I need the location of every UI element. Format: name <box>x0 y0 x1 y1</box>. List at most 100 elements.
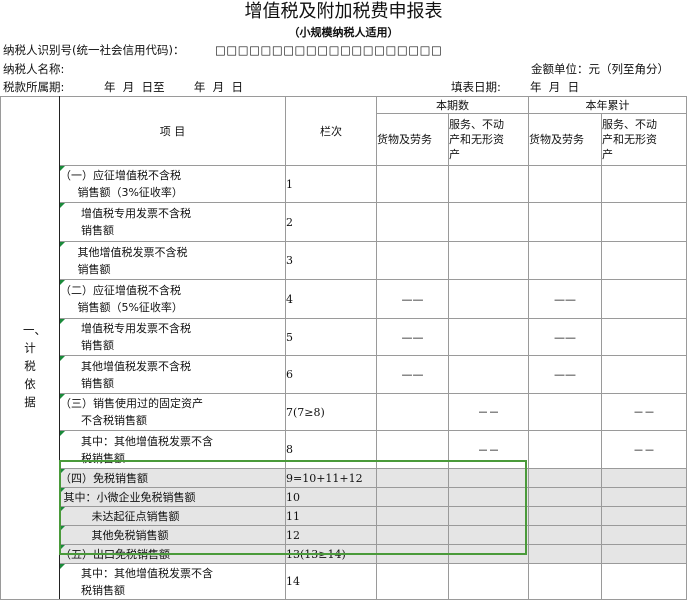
cell-ytd-goods[interactable] <box>528 506 602 526</box>
cell-current-goods[interactable] <box>376 430 449 469</box>
cell-ytd-services[interactable] <box>601 241 687 280</box>
taxpayer-id-boxes[interactable]: □□□□□□□□□□□□□□□□□□□□ <box>215 44 442 57</box>
cell-ytd-services[interactable] <box>601 355 687 394</box>
cell-current-services[interactable] <box>448 468 529 488</box>
table-row: 其中：其他增值税发票不含 税销售额 14 <box>1 563 687 600</box>
cell-ytd-goods[interactable] <box>528 430 602 469</box>
period-label: 税款所属期: <box>3 80 65 94</box>
cell-comment-marker-icon <box>60 507 65 512</box>
cell-comment-marker-icon <box>60 280 65 285</box>
cell-ytd-goods: —— <box>528 279 602 319</box>
cell-ytd-services[interactable] <box>601 468 687 488</box>
cell-current-services[interactable] <box>448 355 529 394</box>
cell-ytd-services: －－ <box>601 393 687 431</box>
cell-ytd-goods[interactable] <box>528 468 602 488</box>
cell-ytd-services[interactable] <box>601 506 687 526</box>
cell-ytd-goods: —— <box>528 318 602 356</box>
cell-current-goods[interactable] <box>376 525 449 545</box>
cell-current-services[interactable] <box>448 241 529 280</box>
row-item-cell: 其他免税销售额 <box>59 525 286 545</box>
row-item-label: 其中：其他增值税发票不含 税销售额 <box>80 566 213 597</box>
header-item: 项 目 <box>59 96 286 166</box>
fill-date-value[interactable]: 年 月 日 <box>530 81 579 94</box>
tax-form-sheet: 增值税及附加税费申报表 （小规模纳税人适用） 纳税人识别号(统一社会信用代码)：… <box>0 0 687 600</box>
row-item-label: （二）应征增值税不含税 销售额（5%征收率） <box>60 284 183 314</box>
cell-ytd-services[interactable] <box>601 487 687 507</box>
cell-current-services[interactable] <box>448 563 529 600</box>
cell-ytd-services[interactable] <box>601 544 687 564</box>
row-number-cell: 1 <box>285 165 377 203</box>
row-item-cell: （三）销售使用过的固定资产 不含税销售额 <box>59 393 286 431</box>
row-item-label: 其中：其他增值税发票不含 税销售额 <box>80 434 213 465</box>
cell-ytd-services[interactable] <box>601 202 687 242</box>
cell-current-goods: —— <box>376 355 449 394</box>
table-row: 未达起征点销售额 11 <box>1 506 687 526</box>
cell-comment-marker-icon <box>60 431 65 436</box>
cell-current-services[interactable] <box>448 202 529 242</box>
row-item-label: （三）销售使用过的固定资产 不含税销售额 <box>60 397 204 427</box>
cell-current-goods[interactable] <box>376 506 449 526</box>
row-item-cell: 其中：其他增值税发票不含 税销售额 <box>59 430 286 469</box>
row-number-cell: 5 <box>285 318 377 356</box>
row-item-label: （五）出口免税销售额 <box>60 547 171 561</box>
header-ytd-goods: 货物及劳务 <box>528 113 602 166</box>
row-item-label: 其中：小微企业免税销售额 <box>60 490 196 504</box>
cell-current-goods[interactable] <box>376 241 449 280</box>
cell-current-goods[interactable] <box>376 487 449 507</box>
cell-current-services[interactable] <box>448 165 529 203</box>
row-number-cell: 8 <box>285 430 377 469</box>
cell-ytd-goods[interactable] <box>528 525 602 545</box>
cell-current-services[interactable] <box>448 318 529 356</box>
cell-current-goods[interactable] <box>376 393 449 431</box>
row-item-cell: 增值税专用发票不含税 销售额 <box>59 202 286 242</box>
cell-comment-marker-icon <box>60 242 65 247</box>
cell-current-services[interactable] <box>448 506 529 526</box>
row-item-cell: （一）应征增值税不含税 销售额（3%征收率） <box>59 165 286 203</box>
cell-ytd-goods[interactable] <box>528 165 602 203</box>
cell-ytd-goods[interactable] <box>528 544 602 564</box>
cell-current-services[interactable] <box>448 525 529 545</box>
cell-comment-marker-icon <box>60 469 65 474</box>
declaration-table: 一、计税依据 项 目 栏次 本期数 本年累计 货物及劳务 服务、不动 产和无形资… <box>0 96 687 600</box>
row-item-label: （四）免税销售额 <box>60 471 149 485</box>
row-item-cell: 其他增值税发票不含税 销售额 <box>59 241 286 280</box>
cell-current-services[interactable] <box>448 544 529 564</box>
row-item-cell: 其中：其他增值税发票不含 税销售额 <box>59 563 286 600</box>
table-row: 增值税专用发票不含税 销售额 2 <box>1 202 687 242</box>
row-number-cell: 4 <box>285 279 377 319</box>
cell-current-goods[interactable] <box>376 468 449 488</box>
cell-current-services[interactable] <box>448 487 529 507</box>
cell-comment-marker-icon <box>60 526 65 531</box>
cell-ytd-services[interactable] <box>601 563 687 600</box>
cell-current-goods[interactable] <box>376 165 449 203</box>
form-title: 增值税及附加税费申报表 <box>244 1 443 22</box>
cell-ytd-services[interactable] <box>601 318 687 356</box>
row-number-cell: 9=10+11+12 <box>285 468 377 488</box>
cell-ytd-services[interactable] <box>601 279 687 319</box>
cell-ytd-services[interactable] <box>601 525 687 545</box>
cell-ytd-goods[interactable] <box>528 563 602 600</box>
row-item-label: （一）应征增值税不含税 销售额（3%征收率） <box>60 169 183 199</box>
cell-current-goods[interactable] <box>376 202 449 242</box>
cell-current-goods[interactable] <box>376 544 449 564</box>
table-row: 其他免税销售额 12 <box>1 525 687 545</box>
cell-ytd-goods: —— <box>528 355 602 394</box>
cell-ytd-goods[interactable] <box>528 241 602 280</box>
row-number-cell: 13(13≥14) <box>285 544 377 564</box>
table-row: （三）销售使用过的固定资产 不含税销售额 7(7≥8) －－ －－ <box>1 393 687 431</box>
table-row: 其中：其他增值税发票不含 税销售额 8 －－ －－ <box>1 430 687 469</box>
cell-comment-marker-icon <box>60 545 65 550</box>
cell-ytd-goods[interactable] <box>528 487 602 507</box>
row-item-label: 增值税专用发票不含税 销售额 <box>80 322 191 352</box>
table-row: （一）应征增值税不含税 销售额（3%征收率） 1 <box>1 165 687 203</box>
cell-current-services[interactable] <box>448 279 529 319</box>
cell-comment-marker-icon <box>60 319 65 324</box>
cell-ytd-services[interactable] <box>601 165 687 203</box>
cell-comment-marker-icon <box>60 394 65 399</box>
row-item-cell: （二）应征增值税不含税 销售额（5%征收率） <box>59 279 286 319</box>
cell-current-goods[interactable] <box>376 563 449 600</box>
period-value[interactable]: 年 月 日至 年 月 日 <box>104 81 243 94</box>
cell-ytd-goods[interactable] <box>528 202 602 242</box>
cell-ytd-goods[interactable] <box>528 393 602 431</box>
row-item-cell: 未达起征点销售额 <box>59 506 286 526</box>
